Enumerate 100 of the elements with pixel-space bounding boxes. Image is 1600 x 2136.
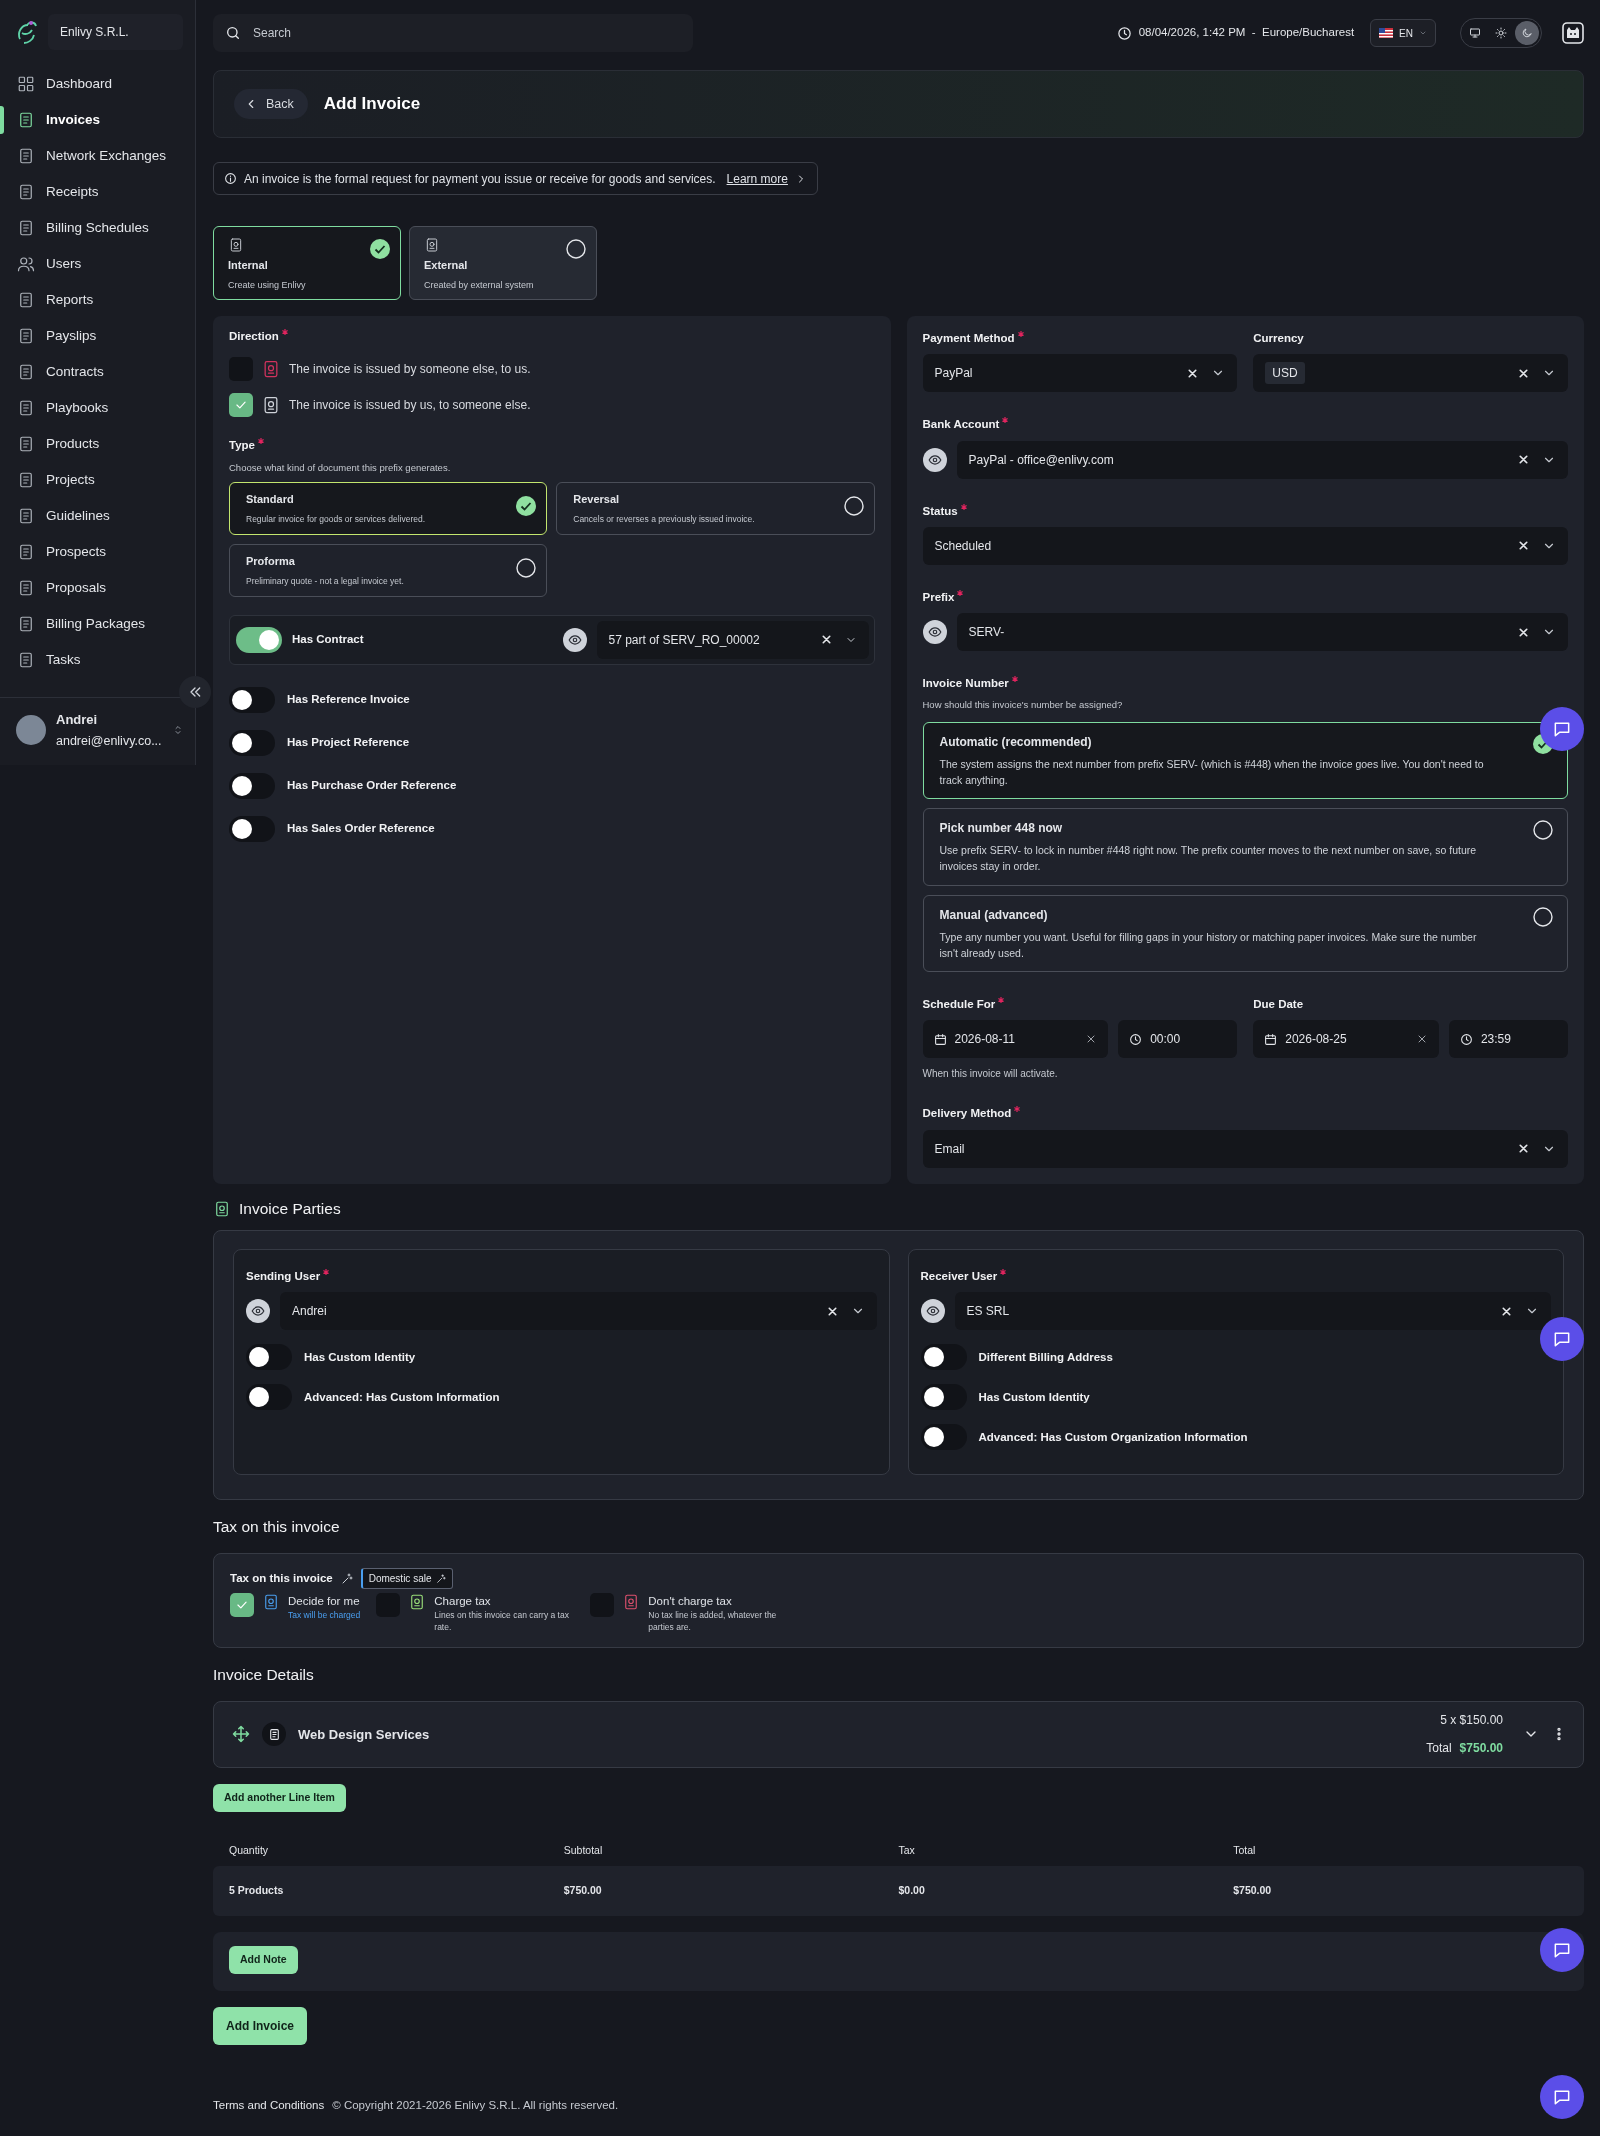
terms-link[interactable]: Terms and Conditions bbox=[213, 2096, 325, 2115]
schedule-time-field[interactable]: 00:00 bbox=[1118, 1020, 1238, 1059]
document-icon bbox=[17, 507, 35, 525]
chat-button[interactable] bbox=[1540, 2075, 1584, 2119]
sidebar-item[interactable]: Prospects bbox=[0, 534, 195, 570]
required-asterisk-icon bbox=[998, 997, 1005, 1004]
field-label: Direction bbox=[229, 329, 279, 344]
contract-select[interactable]: 57 part of SERV_RO_00002 bbox=[596, 620, 869, 659]
prefix-select[interactable]: SERV- bbox=[956, 613, 1568, 651]
company-name[interactable]: Enlivy S.R.L. bbox=[48, 14, 183, 50]
toggle-switch[interactable] bbox=[246, 1344, 292, 1371]
learn-more-link[interactable]: Learn more bbox=[726, 169, 788, 188]
radio-circle-icon bbox=[1533, 906, 1553, 927]
numbering-option[interactable]: Manual (advanced) Type any number you want. Useful for filling gaps in your history or matching paper invoices. Make sure the number isn't already used. bbox=[922, 894, 1568, 973]
collapse-sidebar-button[interactable] bbox=[179, 676, 211, 708]
payment-method-select[interactable]: PayPal bbox=[922, 354, 1238, 393]
numbering-option[interactable]: Pick number 448 now Use prefix SERV- to lock in number #448 right now. The prefix counter moves to the next number on save, so future invoices stay in order. bbox=[922, 808, 1568, 886]
toggle-switch[interactable] bbox=[920, 1344, 967, 1371]
sender-select[interactable]: Andrei bbox=[280, 1292, 877, 1331]
move-icon bbox=[232, 1725, 250, 1744]
column-header: Tax bbox=[898, 1842, 916, 1858]
add-line-item-button[interactable]: Add another Line Item bbox=[213, 1783, 346, 1812]
checkbox[interactable] bbox=[229, 393, 253, 418]
sidebar-item[interactable]: Users bbox=[0, 246, 195, 282]
field-label: Schedule For bbox=[922, 997, 996, 1013]
receiver-select[interactable]: ES SRL bbox=[954, 1292, 1551, 1331]
numbering-option[interactable]: Automatic (recommended) The system assigns the next number from prefix SERV- (which is #448) when the invoice goes live. You don't need to track anything. bbox=[922, 721, 1568, 800]
status-select[interactable]: Scheduled bbox=[922, 526, 1568, 565]
preview-button[interactable] bbox=[922, 620, 947, 644]
sidebar-item[interactable]: Billing Schedules bbox=[0, 210, 195, 246]
document-icon bbox=[17, 471, 35, 489]
sidebar-item[interactable]: Network Exchanges bbox=[0, 138, 195, 174]
field-label: Bank Account bbox=[922, 417, 1000, 433]
eye-icon bbox=[567, 632, 582, 647]
sidebar-item[interactable]: Payslips bbox=[0, 318, 195, 354]
calendar-icon bbox=[933, 1032, 947, 1046]
currency-select[interactable]: USD bbox=[1253, 354, 1568, 393]
back-button[interactable]: Back bbox=[234, 89, 308, 119]
sidebar-item[interactable]: Contracts bbox=[0, 354, 195, 390]
due-date-field[interactable]: 2026-08-25 bbox=[1253, 1020, 1439, 1059]
document-icon bbox=[17, 399, 35, 417]
sidebar-item[interactable]: Products bbox=[0, 426, 195, 462]
toggle-label: Has Custom Identity bbox=[304, 1349, 416, 1365]
search-field[interactable]: Search bbox=[213, 14, 693, 52]
sidebar-item[interactable]: Proposals bbox=[0, 570, 195, 606]
toggle-switch[interactable] bbox=[920, 1424, 967, 1451]
sidebar-item[interactable]: Reports bbox=[0, 282, 195, 318]
cat-face-icon[interactable] bbox=[1562, 22, 1584, 44]
radio-circle-icon bbox=[516, 557, 537, 578]
add-invoice-button[interactable]: Add Invoice bbox=[213, 2006, 307, 2045]
preview-button[interactable] bbox=[922, 447, 947, 472]
due-time-field[interactable]: 23:59 bbox=[1448, 1020, 1568, 1059]
source-option[interactable]: External Created by external system bbox=[409, 226, 597, 300]
clear-icon bbox=[1517, 1142, 1530, 1156]
toggle-switch[interactable] bbox=[229, 729, 275, 756]
preview-button[interactable] bbox=[562, 627, 587, 652]
clock-icon bbox=[1459, 1032, 1473, 1046]
sidebar-item[interactable]: Billing Packages bbox=[0, 606, 195, 642]
clear-icon bbox=[1517, 625, 1530, 639]
source-option[interactable]: Internal Create using Enlivy bbox=[213, 226, 401, 300]
sidebar-item[interactable]: Tasks bbox=[0, 642, 195, 678]
eye-icon bbox=[927, 452, 942, 467]
sidebar-item[interactable]: Guidelines bbox=[0, 498, 195, 534]
drag-handle[interactable] bbox=[232, 1725, 250, 1744]
toggle-switch[interactable] bbox=[229, 686, 275, 713]
theme-button[interactable] bbox=[1515, 21, 1539, 45]
chat-bubble-icon bbox=[1552, 719, 1572, 739]
toggle-label: Has Sales Order Reference bbox=[287, 821, 435, 837]
user-email: andrei@enlivy.co... bbox=[56, 733, 162, 751]
toggle-switch[interactable] bbox=[246, 1384, 292, 1411]
type-option[interactable]: Proforma Preliminary quote - not a legal invoice yet. bbox=[229, 543, 548, 597]
sidebar-item[interactable]: Dashboard bbox=[0, 66, 195, 102]
total-value: $750.00 bbox=[1459, 1740, 1503, 1758]
type-option[interactable]: Reversal Cancels or reverses a previously issued invoice. bbox=[556, 481, 875, 535]
preview-button[interactable] bbox=[246, 1299, 270, 1324]
tax-scenario-tag: Domestic sale bbox=[360, 1568, 454, 1590]
sidebar-item[interactable]: Invoices bbox=[0, 102, 195, 138]
toggle-switch[interactable] bbox=[229, 772, 275, 799]
sidebar-item[interactable]: Playbooks bbox=[0, 390, 195, 426]
chat-bubble-icon bbox=[1552, 1329, 1572, 1349]
toggle-switch[interactable] bbox=[920, 1384, 967, 1411]
sidebar-item[interactable]: Projects bbox=[0, 462, 195, 498]
sidebar-item[interactable]: Receipts bbox=[0, 174, 195, 210]
invoice-icon bbox=[213, 1199, 231, 1218]
field-label: Receiver User bbox=[920, 1269, 998, 1285]
calendar-icon bbox=[1264, 1032, 1278, 1046]
language-select[interactable]: EN bbox=[1370, 19, 1436, 47]
toggle-switch[interactable] bbox=[229, 815, 275, 842]
toggle-switch[interactable] bbox=[236, 626, 282, 653]
users-icon bbox=[17, 255, 35, 273]
table-cell-text: $750.00 bbox=[563, 1882, 603, 1898]
schedule-date-field[interactable]: 2026-08-11 bbox=[922, 1020, 1109, 1059]
option-label: The invoice is issued by us, to someone else. bbox=[289, 397, 531, 415]
checkbox[interactable] bbox=[230, 1593, 254, 1618]
type-option[interactable]: Standard Regular invoice for goods or services delivered. bbox=[229, 481, 548, 535]
required-asterisk-icon bbox=[1014, 1106, 1021, 1113]
preview-button[interactable] bbox=[920, 1299, 945, 1324]
delivery-method-select[interactable]: Email bbox=[922, 1129, 1568, 1168]
add-note-button[interactable]: Add Note bbox=[229, 1945, 298, 1974]
bank-account-select[interactable]: PayPal - office@enlivy.com bbox=[956, 440, 1568, 479]
